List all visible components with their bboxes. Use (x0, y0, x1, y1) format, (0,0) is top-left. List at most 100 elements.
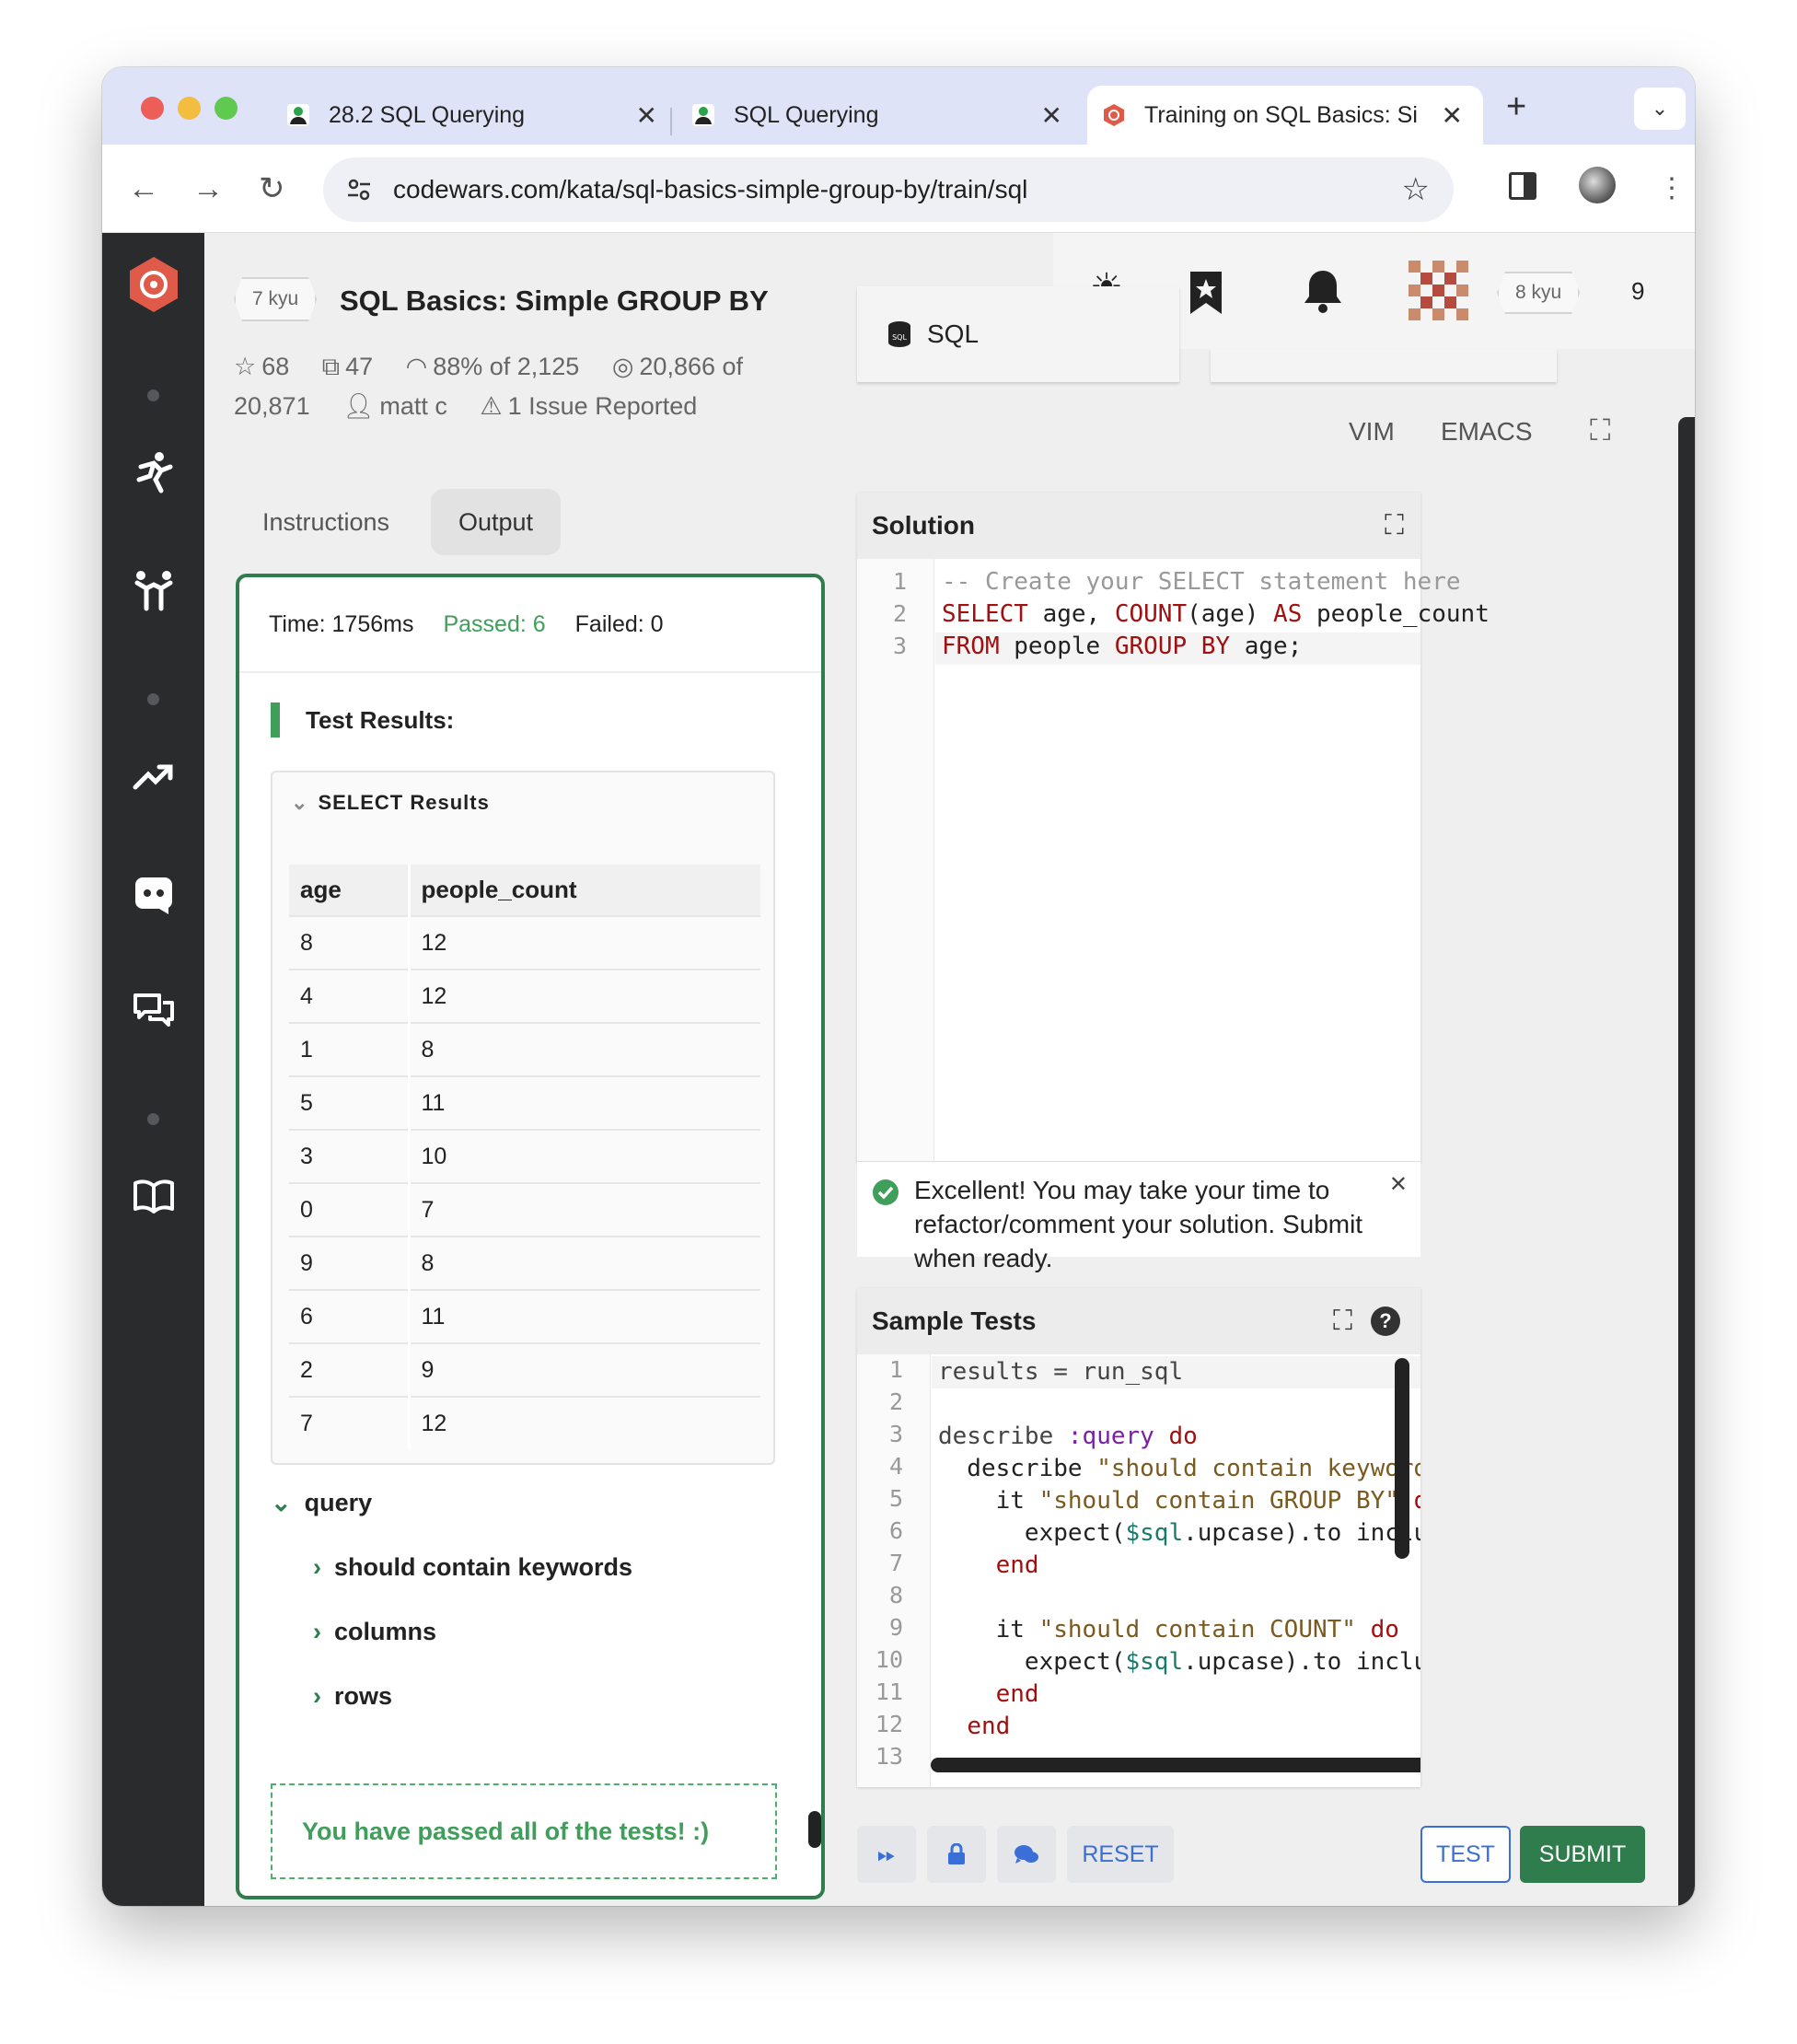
profile-avatar[interactable] (1579, 167, 1616, 203)
line-number: 11 (875, 1678, 903, 1705)
address-bar[interactable]: codewars.com/kata/sql-basics-simple-grou… (323, 157, 1454, 222)
tree-item-columns[interactable]: › columns (313, 1618, 436, 1646)
author-person-icon: 👤︎ (342, 392, 375, 420)
forward-arrow-icon[interactable]: → (192, 168, 224, 209)
cell-people-count: 12 (409, 969, 760, 1023)
leaderboard-trend-icon[interactable] (124, 747, 183, 806)
tab-instructions[interactable]: Instructions (235, 489, 417, 555)
language-label: SQL (927, 319, 980, 348)
cell-people-count: 8 (409, 1022, 760, 1076)
tree-item-label: columns (334, 1618, 437, 1645)
sample-tests-code-editor[interactable]: results = run_sql describe :query do des… (938, 1356, 1420, 1743)
check-circle-icon (873, 1179, 898, 1205)
tree-item-rows[interactable]: › rows (313, 1682, 392, 1711)
page-scrollbar[interactable] (1678, 417, 1695, 1906)
cell-age: 3 (289, 1129, 411, 1183)
discuss-button[interactable] (997, 1826, 1056, 1883)
table-row: 8 12 (289, 915, 760, 970)
kumite-icon[interactable] (124, 561, 183, 620)
back-arrow-icon[interactable]: ← (128, 168, 159, 209)
unlock-solutions-button[interactable] (927, 1826, 986, 1883)
column-header-age: age (289, 865, 411, 916)
output-scrollbar[interactable] (808, 1811, 821, 1848)
author-name[interactable]: matt c (379, 392, 447, 420)
fullscreen-icon[interactable]: ⛶ (1590, 413, 1610, 448)
browser-tab-1[interactable]: 28.2 SQL Querying ✕ (286, 86, 678, 145)
line-number: 12 (875, 1711, 903, 1737)
vertical-scrollbar[interactable] (1395, 1358, 1409, 1559)
cell-people-count: 11 (409, 1289, 760, 1343)
chevron-down-icon: ⌄ (271, 1489, 292, 1516)
minimize-window-button[interactable] (178, 97, 201, 120)
help-icon[interactable]: ? (1371, 1307, 1400, 1336)
issues-link[interactable]: 1 Issue Reported (508, 392, 698, 420)
browser-menu-icon[interactable]: ⋮ (1658, 168, 1686, 209)
table-row: 5 11 (289, 1075, 760, 1130)
expand-icon[interactable]: ⛶ (1333, 1306, 1352, 1337)
tree-item-keywords[interactable]: › should contain keywords (313, 1553, 632, 1582)
left-nav-rail (102, 233, 204, 1906)
column-header-people-count: people_count (409, 865, 760, 916)
discord-icon[interactable] (124, 865, 183, 923)
results-table: age people_count 8 12 4 12 1 8 5 11 3 10 0 7 9 8 6 11 2 9… (289, 865, 760, 1450)
line-number: 1 (892, 568, 907, 595)
line-number: 6 (888, 1517, 903, 1544)
passed-count: Passed: 6 (443, 610, 546, 637)
cell-age: 8 (289, 915, 411, 970)
side-panel-icon[interactable] (1509, 172, 1536, 200)
cell-age: 7 (289, 1396, 411, 1450)
vim-mode-button[interactable]: VIM (1349, 417, 1395, 447)
maximize-window-button[interactable] (214, 97, 238, 120)
table-row: 4 12 (289, 969, 760, 1023)
language-selector[interactable]: SQL SQL (857, 286, 1179, 382)
reload-icon[interactable]: ↻ (259, 168, 285, 209)
star-icon[interactable]: ☆ (234, 353, 256, 380)
browser-tab-2[interactable]: SQL Querying ✕ (691, 86, 1083, 145)
line-number: 2 (892, 600, 907, 627)
cell-people-count: 12 (409, 1396, 760, 1450)
line-number: 3 (892, 633, 907, 659)
table-row: 98 (289, 1236, 760, 1290)
tree-query[interactable]: ⌄ query (271, 1489, 372, 1517)
table-row: 7 12 (289, 1396, 760, 1450)
solution-code-editor[interactable]: -- Create your SELECT statement here SEL… (942, 566, 1490, 663)
docs-book-icon[interactable] (124, 1167, 183, 1225)
close-notice-icon[interactable]: ✕ (1389, 1167, 1408, 1202)
cell-age: 1 (289, 1022, 411, 1076)
url-text[interactable]: codewars.com/kata/sql-basics-simple-grou… (393, 175, 1027, 204)
expand-icon[interactable]: ⛶ (1385, 510, 1404, 541)
test-time: Time: 1756ms (269, 610, 414, 637)
test-button[interactable]: TEST (1420, 1826, 1511, 1883)
user-identicon-avatar[interactable] (1409, 261, 1469, 321)
user-rank-badge[interactable]: 8 kyu (1497, 272, 1581, 314)
bookmark-star-icon[interactable]: ☆ (1402, 171, 1430, 208)
notifications-bell-icon[interactable] (1302, 268, 1344, 314)
emacs-mode-button[interactable]: EMACS (1441, 417, 1533, 447)
browser-tab-3-active[interactable]: Training on SQL Basics: Si ✕ (1087, 86, 1483, 145)
discussions-icon[interactable] (124, 982, 183, 1041)
stars-count: 68 (261, 353, 290, 380)
practice-kata-icon[interactable] (124, 443, 183, 502)
close-tab-icon[interactable]: ✕ (1442, 100, 1463, 131)
user-honor[interactable]: 9 (1631, 277, 1644, 306)
submit-button[interactable]: SUBMIT (1520, 1826, 1645, 1883)
line-number: 8 (888, 1582, 903, 1608)
bookmark-icon[interactable] (1188, 270, 1224, 316)
skip-forward-button[interactable]: ⏩︎ (857, 1826, 916, 1883)
close-window-button[interactable] (141, 97, 164, 120)
horizontal-scrollbar[interactable] (931, 1758, 1420, 1772)
close-tab-icon[interactable]: ✕ (636, 100, 657, 131)
line-number: 13 (875, 1743, 903, 1770)
new-tab-button[interactable]: + (1506, 87, 1526, 127)
select-results-toggle[interactable]: ⌄ SELECT Results (291, 791, 490, 815)
site-settings-icon[interactable] (345, 176, 373, 203)
tab-title: 28.2 SQL Querying (329, 101, 526, 128)
close-tab-icon[interactable]: ✕ (1041, 100, 1062, 131)
solution-title: Solution (872, 511, 975, 540)
tab-search-button[interactable]: ⌄ (1634, 87, 1686, 130)
codewars-logo-icon[interactable] (124, 255, 183, 314)
database-icon: SQL (888, 321, 910, 347)
chevron-right-icon: › (313, 1682, 321, 1710)
reset-button[interactable]: RESET (1067, 1826, 1174, 1883)
tab-output[interactable]: Output (431, 489, 562, 555)
